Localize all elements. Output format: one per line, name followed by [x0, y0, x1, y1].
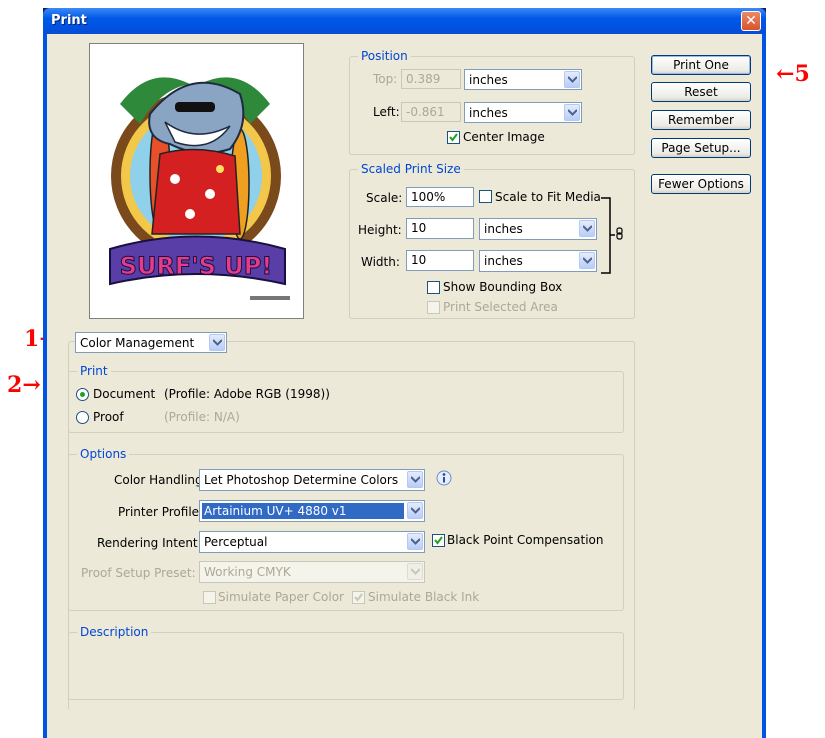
print-selected-area-label: Print Selected Area [443, 300, 558, 314]
left-unit-select[interactable]: inches [464, 102, 582, 123]
description-group: Description [68, 625, 624, 700]
scale-to-fit-checkbox[interactable] [479, 190, 492, 203]
print-source-legend: Print [77, 364, 111, 378]
print-selected-area-checkbox[interactable] [427, 301, 440, 314]
chevron-down-icon[interactable] [407, 471, 423, 488]
position-legend: Position [358, 49, 411, 63]
chevron-down-icon[interactable] [579, 220, 595, 237]
black-point-compensation-checkbox[interactable] [432, 534, 445, 547]
window-title: Print [51, 13, 87, 28]
width-label: Width: [361, 255, 400, 269]
page-setup-button[interactable]: Page Setup... [651, 138, 751, 158]
height-label: Height: [358, 223, 402, 237]
proof-setup-preset-label: Proof Setup Preset: [81, 566, 196, 580]
logo-text: SURF'S UP! [120, 252, 273, 280]
fewer-options-button[interactable]: Fewer Options [651, 174, 751, 194]
proof-setup-preset-select[interactable]: Working CMYK [199, 561, 425, 583]
color-handling-label: Color Handling: [114, 473, 207, 487]
simulate-paper-color-label: Simulate Paper Color [218, 590, 344, 604]
width-unit-select[interactable]: inches [479, 250, 597, 272]
show-bounding-box-checkbox[interactable] [427, 281, 440, 294]
printer-profile-label: Printer Profile: [118, 505, 204, 519]
color-management-dropdown[interactable]: Color Management [75, 332, 227, 353]
height-field[interactable]: 10 [406, 218, 474, 239]
options-legend: Options [77, 447, 130, 461]
proof-radio[interactable] [76, 411, 89, 424]
rendering-intent-label: Rendering Intent: [97, 536, 202, 550]
print-preview: SURF'S UP! [89, 43, 304, 319]
black-point-compensation-label: Black Point Compensation [447, 533, 604, 547]
left-field[interactable]: -0.861 [401, 102, 461, 122]
simulate-black-ink-checkbox[interactable] [352, 591, 365, 604]
color-handling-select[interactable]: Let Photoshop Determine Colors [199, 469, 425, 491]
top-unit-select[interactable]: inches [464, 69, 582, 90]
center-image-checkbox[interactable] [447, 131, 460, 144]
top-label: Top: [373, 72, 398, 86]
scale-label: Scale: [366, 191, 403, 205]
chevron-down-icon[interactable] [579, 252, 595, 269]
printer-profile-select[interactable]: Artainium UV+ 4880 v1 [199, 500, 425, 522]
simulate-black-ink-label: Simulate Black Ink [368, 590, 480, 604]
chevron-down-icon[interactable] [407, 533, 423, 550]
constrain-proportions-link-icon[interactable] [600, 197, 628, 275]
chevron-down-icon[interactable] [564, 104, 580, 121]
annotation-5: ←5 [776, 61, 810, 87]
document-label: Document [93, 387, 156, 401]
scale-field[interactable]: 100% [406, 187, 474, 207]
shark-surf-illustration: SURF'S UP! [109, 77, 290, 300]
height-unit-select[interactable]: inches [479, 218, 597, 240]
remember-button[interactable]: Remember [651, 110, 751, 130]
scale-to-fit-label: Scale to Fit Media [495, 190, 601, 204]
print-source-group: Print [68, 364, 624, 433]
top-field[interactable]: 0.389 [401, 69, 461, 89]
document-profile: (Profile: Adobe RGB (1998)) [164, 387, 330, 401]
chevron-down-icon[interactable] [407, 502, 423, 519]
show-bounding-box-label: Show Bounding Box [443, 280, 563, 294]
chevron-down-icon[interactable] [407, 563, 423, 580]
left-label: Left: [373, 105, 400, 119]
print-one-button[interactable]: Print One [651, 55, 751, 75]
scaled-print-size-legend: Scaled Print Size [358, 162, 464, 176]
document-radio[interactable] [76, 388, 89, 401]
description-legend: Description [77, 625, 152, 639]
info-icon[interactable] [436, 470, 452, 486]
simulate-paper-color-checkbox[interactable] [203, 591, 216, 604]
title-bar[interactable]: Print ✕ [43, 8, 766, 34]
reset-button[interactable]: Reset [651, 82, 751, 102]
proof-label: Proof [93, 410, 124, 424]
close-button[interactable]: ✕ [741, 11, 761, 31]
chevron-down-icon[interactable] [209, 334, 225, 351]
chevron-down-icon[interactable] [564, 71, 580, 88]
proof-profile: (Profile: N/A) [164, 410, 240, 424]
width-field[interactable]: 10 [406, 250, 474, 271]
rendering-intent-select[interactable]: Perceptual [199, 531, 425, 553]
center-image-label: Center Image [463, 130, 545, 144]
annotation-2: 2→ [7, 372, 41, 398]
